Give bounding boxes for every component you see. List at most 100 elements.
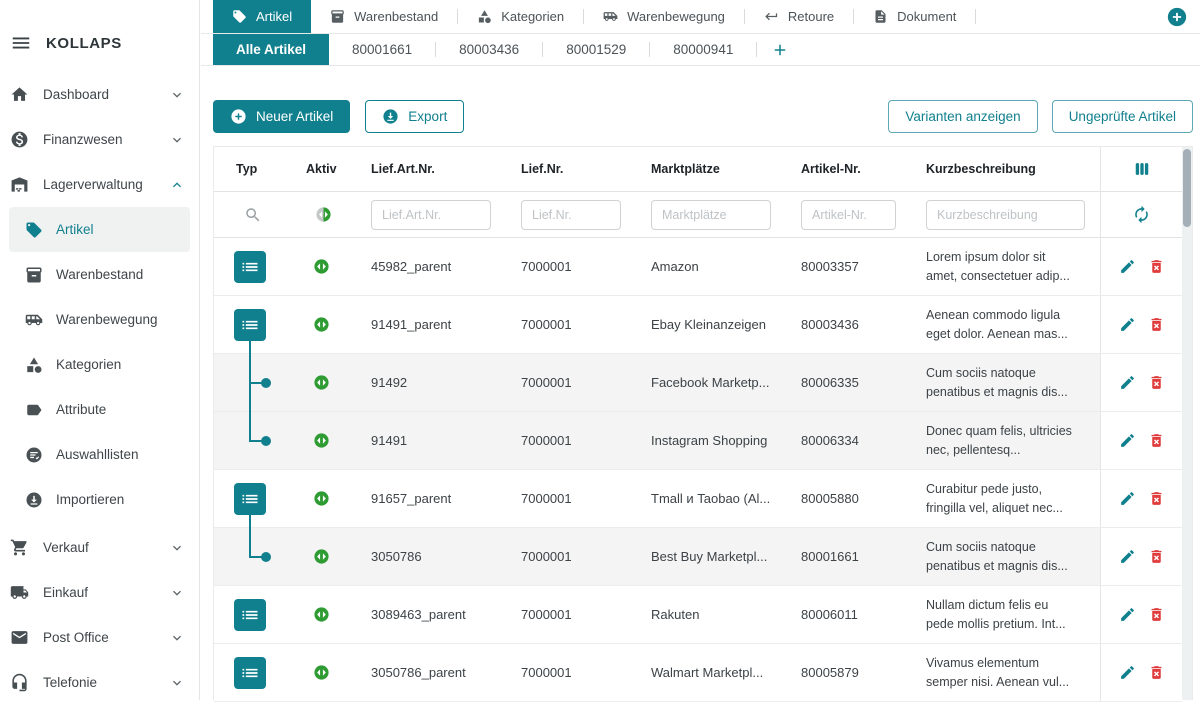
edit-button[interactable] — [1117, 662, 1138, 683]
table-row[interactable]: 914927000001Facebook Marketp...80006335C… — [214, 354, 1182, 412]
export-button[interactable]: Export — [365, 100, 464, 133]
new-article-button[interactable]: Neuer Artikel — [213, 100, 350, 133]
active-toggle-filter-icon[interactable] — [315, 206, 332, 223]
filter-input-marktpl-tze[interactable] — [651, 200, 771, 230]
active-status-icon[interactable] — [313, 606, 330, 623]
show-variants-button[interactable]: Varianten anzeigen — [888, 100, 1037, 133]
sidebar-item-einkauf[interactable]: Einkauf — [0, 570, 199, 615]
column-header-artikel-nr-[interactable]: Artikel-Nr. — [786, 162, 911, 176]
tab-artikel[interactable]: Artikel — [213, 0, 311, 33]
filter-input-lief-art-nr-[interactable] — [371, 200, 491, 230]
article-tab-80001529[interactable]: 80001529 — [543, 34, 649, 65]
sidebar-subitem-label: Warenbestand — [56, 267, 143, 282]
article-tab-80001661[interactable]: 80001661 — [329, 34, 435, 65]
edit-button[interactable] — [1117, 604, 1138, 625]
edit-button[interactable] — [1117, 372, 1138, 393]
filter-input-artikel-nr-[interactable] — [801, 200, 896, 230]
active-status-icon[interactable] — [313, 548, 330, 565]
article-tab-80000941[interactable]: 80000941 — [650, 34, 756, 65]
edit-button[interactable] — [1117, 256, 1138, 277]
expand-children-button[interactable] — [234, 251, 266, 283]
table-row[interactable]: 3050786_parent7000001Walmart Marketpl...… — [214, 644, 1182, 702]
edit-button[interactable] — [1117, 430, 1138, 451]
tab-dokument[interactable]: Dokument — [854, 0, 975, 33]
delete-button[interactable] — [1146, 314, 1167, 335]
sidebar-item-lagerverwaltung[interactable]: Lagerverwaltung — [0, 162, 199, 207]
table-row[interactable]: 914917000001Instagram Shopping80006334Do… — [214, 412, 1182, 470]
delete-button[interactable] — [1146, 662, 1167, 683]
table-row[interactable]: 30507867000001Best Buy Marketpl...800016… — [214, 528, 1182, 586]
column-header-marktpl-tze[interactable]: Marktplätze — [636, 162, 786, 176]
expand-children-button[interactable] — [234, 309, 266, 341]
edit-button[interactable] — [1117, 488, 1138, 509]
column-header-lief-nr-[interactable]: Lief.Nr. — [506, 162, 636, 176]
list-circle-icon — [25, 446, 43, 464]
table-row[interactable]: 91657_parent7000001Tmall и Taobao (Al...… — [214, 470, 1182, 528]
tab-retoure[interactable]: Retoure — [745, 0, 853, 33]
sidebar-subitem-importieren[interactable]: Importieren — [9, 477, 190, 522]
sidebar-item-verkauf[interactable]: Verkauf — [0, 525, 199, 570]
column-header-lief-art-nr-[interactable]: Lief.Art.Nr. — [356, 162, 506, 176]
category-icon — [477, 9, 492, 24]
table-row[interactable]: 91491_parent7000001Ebay Kleinanzeigen800… — [214, 296, 1182, 354]
sidebar-subitem-warenbewegung[interactable]: Warenbewegung — [9, 297, 190, 342]
unchecked-articles-button[interactable]: Ungeprüfte Artikel — [1052, 100, 1193, 133]
sidebar-item-telefonie[interactable]: Telefonie — [0, 660, 199, 705]
sidebar-item-post-office[interactable]: Post Office — [0, 615, 199, 660]
active-status-icon[interactable] — [313, 316, 330, 333]
tab-warenbewegung[interactable]: Warenbewegung — [584, 0, 744, 33]
delete-button[interactable] — [1146, 256, 1167, 277]
sidebar-subitem-attribute[interactable]: Attribute — [9, 387, 190, 432]
sidebar-subitem-kategorien[interactable]: Kategorien — [9, 342, 190, 387]
menu-icon[interactable] — [10, 32, 32, 54]
column-header-typ[interactable]: Typ — [214, 162, 291, 176]
sidebar-item-label: Lagerverwaltung — [43, 177, 169, 192]
column-header-kurzbeschreibung[interactable]: Kurzbeschreibung — [911, 162, 1100, 176]
scrollbar-thumb[interactable] — [1183, 149, 1191, 227]
tab-kategorien[interactable]: Kategorien — [458, 0, 583, 33]
sidebar-item-finanzwesen[interactable]: Finanzwesen — [0, 117, 199, 162]
article-tab-alle-artikel[interactable]: Alle Artikel — [213, 34, 329, 65]
lief-art-nr-cell: 91491_parent — [356, 317, 506, 332]
delete-button[interactable] — [1146, 488, 1167, 509]
table-row[interactable]: 3089463_parent7000001Rakuten80006011Null… — [214, 586, 1182, 644]
add-article-tab-button[interactable] — [757, 34, 803, 65]
aktiv-cell — [291, 412, 356, 469]
active-status-icon[interactable] — [313, 490, 330, 507]
lief-art-nr-cell: 3089463_parent — [356, 607, 506, 622]
sidebar-item-dashboard[interactable]: Dashboard — [0, 72, 199, 117]
expand-children-button[interactable] — [234, 599, 266, 631]
columns-button[interactable] — [1130, 157, 1154, 181]
delete-button[interactable] — [1146, 372, 1167, 393]
column-header-aktiv[interactable]: Aktiv — [291, 162, 356, 176]
active-status-icon[interactable] — [313, 432, 330, 449]
delete-button[interactable] — [1146, 546, 1167, 567]
expand-children-button[interactable] — [234, 483, 266, 515]
show-variants-label: Varianten anzeigen — [905, 109, 1020, 124]
sidebar-subitem-auswahllisten[interactable]: Auswahllisten — [9, 432, 190, 477]
actions-cell — [1100, 644, 1182, 701]
vertical-scrollbar[interactable] — [1182, 147, 1192, 700]
delete-button[interactable] — [1146, 604, 1167, 625]
article-tab-label: Alle Artikel — [236, 42, 306, 57]
filter-input-kurzbeschreibung[interactable] — [926, 200, 1085, 230]
kurzbeschreibung-cell: Curabitur pede justo, fringilla vel, ali… — [911, 480, 1100, 516]
active-status-icon[interactable] — [313, 374, 330, 391]
expand-children-button[interactable] — [234, 657, 266, 689]
tab-divider — [975, 9, 976, 24]
edit-button[interactable] — [1117, 314, 1138, 335]
sidebar-subitem-artikel[interactable]: Artikel — [9, 207, 190, 252]
search-icon[interactable] — [244, 206, 262, 224]
refresh-button[interactable] — [1130, 203, 1153, 226]
table-row[interactable]: 45982_parent7000001Amazon80003357Lorem i… — [214, 238, 1182, 296]
add-module-tab-button[interactable] — [1166, 6, 1188, 28]
active-status-icon[interactable] — [313, 258, 330, 275]
article-tab-80003436[interactable]: 80003436 — [436, 34, 542, 65]
tab-warenbestand[interactable]: Warenbestand — [311, 0, 457, 33]
edit-button[interactable] — [1117, 546, 1138, 567]
tree-connector-dot — [261, 436, 271, 446]
sidebar-subitem-warenbestand[interactable]: Warenbestand — [9, 252, 190, 297]
filter-input-lief-nr-[interactable] — [521, 200, 621, 230]
delete-button[interactable] — [1146, 430, 1167, 451]
active-status-icon[interactable] — [313, 664, 330, 681]
